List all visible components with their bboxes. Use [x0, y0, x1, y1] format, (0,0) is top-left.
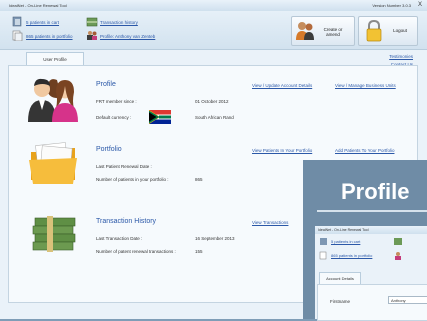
- portfolio-link[interactable]: 865 patients in portfolio: [26, 34, 73, 39]
- cart-link[interactable]: 5 patients in cart: [26, 20, 59, 25]
- profile-icon: [87, 31, 97, 40]
- people-icon: [28, 78, 78, 122]
- overlay-title-bar: IdealNet - On-Line Renewal Tool: [315, 226, 427, 234]
- window-title: IdealNet - On-Line Renewal Tool: [9, 3, 67, 8]
- south-africa-flag-icon: [149, 110, 171, 124]
- banknotes-icon: [32, 216, 76, 252]
- tab-user-profile[interactable]: User Profile: [26, 52, 84, 66]
- money-icon: [86, 17, 98, 27]
- portfolio-count-value: 865: [195, 177, 203, 182]
- users-icon: [296, 22, 314, 40]
- logout-label: Logout: [393, 28, 407, 33]
- manage-business-units-link[interactable]: View / Manage Business Units: [335, 83, 396, 88]
- view-portfolio-link[interactable]: View Patients In Your Portfolio: [252, 148, 312, 153]
- overlay-window: IdealNet - On-Line Renewal Tool 5 patien…: [315, 226, 427, 321]
- tab-strip: User Profile: [8, 49, 416, 66]
- view-transactions-link[interactable]: View Transactions: [252, 220, 288, 225]
- last-renewal-label: Last Patient Renewal Date :: [96, 164, 152, 169]
- logout-button[interactable]: Logout: [358, 16, 418, 46]
- firstname-input[interactable]: Anthony: [388, 296, 427, 304]
- create-or-amend-button[interactable]: Create or amend: [291, 16, 355, 46]
- renewal-transactions-label: Number of patent renewal transactions :: [96, 249, 176, 254]
- overlay-panel: Firstname Anthony: [317, 284, 427, 321]
- overlay-window-title: IdealNet - On-Line Renewal Tool: [318, 228, 369, 232]
- portfolio-icon: [12, 30, 23, 41]
- cart-icon: [12, 16, 22, 27]
- padlock-icon: [366, 20, 382, 42]
- default-currency-label: Default currency :: [96, 115, 132, 120]
- folder-icon: [29, 142, 77, 184]
- version-number: Version Number 3.0.3: [372, 3, 411, 8]
- last-transaction-label: Last Transaction Date :: [96, 236, 143, 241]
- create-or-amend-label: Create or amend: [323, 27, 343, 37]
- renewal-transactions-value: 155: [195, 249, 203, 254]
- transaction-history-link[interactable]: Transaction history: [100, 20, 138, 25]
- overlay-cart-link[interactable]: 5 patients in cart: [331, 239, 360, 244]
- overlay-portfolio-link[interactable]: 865 patients in portfolio: [331, 253, 372, 258]
- overlay-profile-icon: [395, 252, 401, 260]
- profile-heading: Profile: [96, 81, 116, 88]
- member-since-value: 01 October 2012: [195, 99, 229, 104]
- add-to-portfolio-link[interactable]: Add Patients To Your Portfolio: [335, 148, 394, 153]
- portfolio-count-label: Number of patients in your portfolio :: [96, 177, 169, 182]
- transaction-history-heading: Transaction History: [96, 218, 157, 225]
- overlay-divider: [317, 210, 427, 212]
- header-bar: 5 patients in cart 865 patients in portf…: [0, 11, 427, 50]
- profile-link[interactable]: Profile: Anthony van Zenteb: [100, 34, 155, 39]
- portfolio-heading: Portfolio: [96, 146, 122, 153]
- update-account-details-link[interactable]: View / Update Account Details: [252, 83, 312, 88]
- member-since-label: FRT member since :: [96, 99, 137, 104]
- default-currency-value: South African Rand: [195, 115, 234, 120]
- last-transaction-value: 16 September 2013: [195, 236, 235, 241]
- overlay-heading: Profile: [341, 179, 410, 204]
- close-icon[interactable]: X: [418, 2, 422, 8]
- firstname-label: Firstname: [330, 299, 351, 304]
- testimonies-link[interactable]: Testimonies: [389, 53, 413, 61]
- profile-zoom-overlay: Profile IdealNet - On-Line Renewal Tool …: [303, 160, 427, 321]
- overlay-cart-icon: [320, 238, 327, 245]
- title-bar: IdealNet - On-Line Renewal Tool Version …: [0, 0, 427, 11]
- overlay-portfolio-icon: [319, 251, 327, 260]
- overlay-money-icon: [394, 238, 402, 245]
